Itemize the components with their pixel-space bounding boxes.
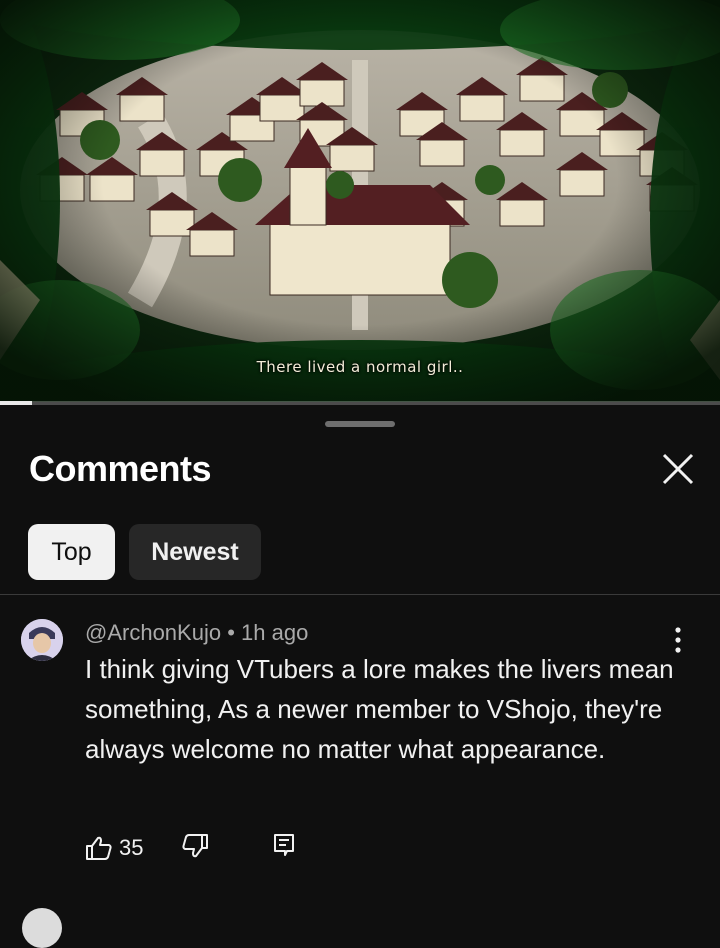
reply-button[interactable] xyxy=(273,833,295,864)
video-frame-town-illustration xyxy=(0,0,720,402)
dislike-button[interactable] xyxy=(181,833,209,864)
meta-separator: • xyxy=(227,620,235,645)
comment-actions: 35 xyxy=(85,833,295,863)
comment-time: 1h ago xyxy=(241,620,309,645)
thumbs-down-icon xyxy=(182,833,209,857)
close-icon xyxy=(662,453,694,485)
comments-title: Comments xyxy=(29,448,212,489)
video-subtitle: There lived a normal girl.. xyxy=(256,358,464,376)
avatar[interactable] xyxy=(21,619,63,661)
next-comment-avatar[interactable] xyxy=(22,908,62,948)
comments-sheet: Comments Top Newest @ArchonKujo • 1h ago… xyxy=(0,405,720,948)
close-button[interactable] xyxy=(656,447,700,491)
filter-chip-top[interactable]: Top xyxy=(28,524,115,580)
filter-chip-newest[interactable]: Newest xyxy=(129,524,261,580)
user-avatar-image xyxy=(21,619,63,661)
video-player[interactable]: There lived a normal girl.. xyxy=(0,0,720,402)
comment-author[interactable]: @ArchonKujo xyxy=(85,620,221,645)
like-count: 35 xyxy=(119,835,144,860)
comment-meta: @ArchonKujo • 1h ago xyxy=(85,620,308,646)
thumbs-up-icon xyxy=(86,836,112,860)
comment-text: I think giving VTubers a lore makes the … xyxy=(85,654,674,764)
reply-icon xyxy=(274,833,295,856)
like-button[interactable]: 35 xyxy=(85,835,143,861)
divider xyxy=(0,594,720,595)
drag-handle[interactable] xyxy=(325,421,395,427)
